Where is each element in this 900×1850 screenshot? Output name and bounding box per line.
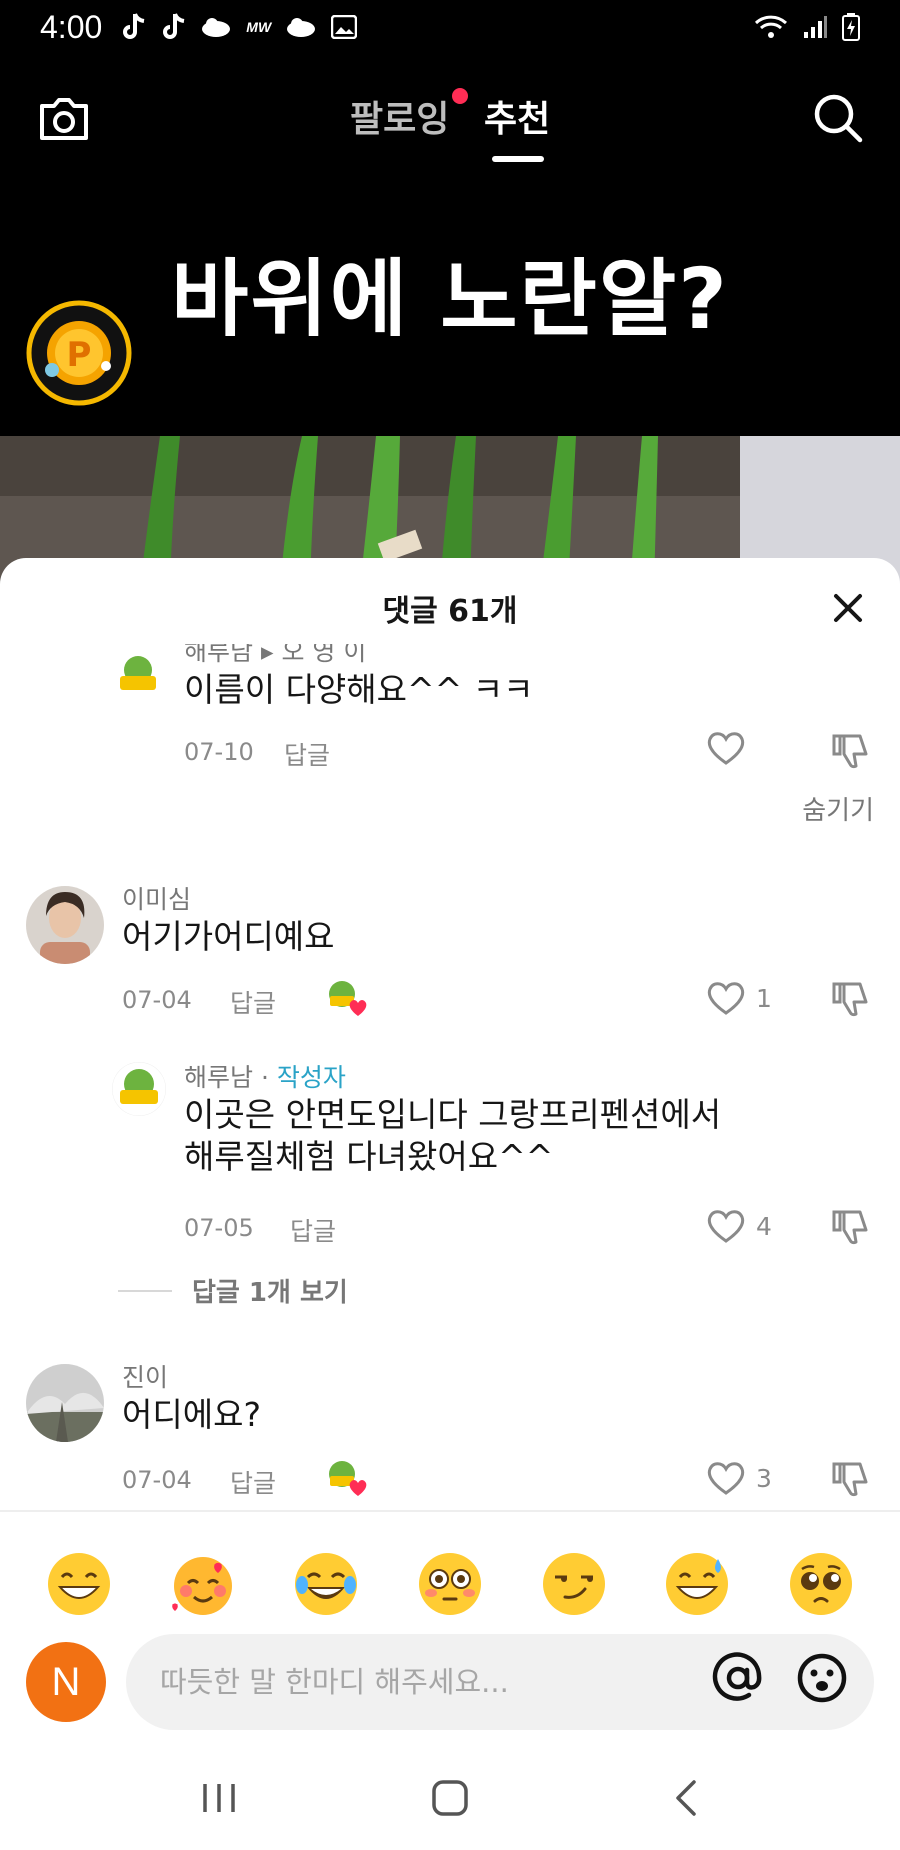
svg-text:P: P <box>67 335 92 375</box>
wifi-icon <box>754 15 788 38</box>
dislike-icon[interactable] <box>832 732 872 772</box>
smiling-face-with-hearts-icon[interactable] <box>170 1551 236 1617</box>
mention-icon[interactable] <box>712 1652 764 1704</box>
cloud-app-icon <box>287 18 316 37</box>
avatar[interactable] <box>112 1062 166 1116</box>
heart-icon <box>707 1210 745 1243</box>
search-icon[interactable] <box>812 92 864 144</box>
cloud-app-icon <box>202 18 231 37</box>
comment-author[interactable]: 이미심 <box>122 880 191 916</box>
comment-text: 어기가어디예요 <box>122 917 335 956</box>
heart-icon <box>707 732 745 765</box>
heart-icon <box>707 1462 745 1495</box>
back-icon[interactable] <box>670 1778 704 1818</box>
like-count: 4 <box>756 1211 772 1241</box>
like-count: 1 <box>756 983 772 1013</box>
battery-charging-icon <box>842 13 860 41</box>
comment-author-name: 해루남 · <box>184 1063 277 1092</box>
comments-count-title: 댓글 61개 <box>382 594 518 629</box>
like-count: 3 <box>756 1463 772 1493</box>
reply-button[interactable]: 답글 <box>290 1212 336 1248</box>
comments-sheet: 댓글 61개 해루남 ▸ 오 영 이 이름이 다양해요^^ ㅋㅋ 07-10 답… <box>0 558 900 1850</box>
hide-replies-link[interactable]: 숨기기 <box>802 790 874 827</box>
tab-following[interactable]: 팔로잉 <box>350 90 449 142</box>
dislike-icon[interactable] <box>832 1208 872 1248</box>
smirking-face-icon[interactable] <box>541 1551 607 1617</box>
status-system-icons <box>754 13 860 41</box>
notification-dot <box>452 88 468 104</box>
comment-author[interactable]: 해루남 · 작성자 <box>184 1058 346 1094</box>
comment-date: 07-04 <box>122 986 192 1014</box>
reply-button[interactable]: 답글 <box>230 984 276 1020</box>
like-button[interactable]: 4 <box>706 1208 772 1244</box>
comment-input-row: N <box>0 1628 900 1738</box>
dislike-icon[interactable] <box>832 980 872 1020</box>
tiktok-icon <box>123 13 145 39</box>
reply-button[interactable]: 답글 <box>230 1464 276 1500</box>
comment-date: 07-10 <box>184 738 254 766</box>
comment-text-line-2: 해루질체험 다녀왔어요^^ <box>184 1137 554 1176</box>
avatar[interactable] <box>26 886 104 964</box>
status-notification-icons: MW <box>120 12 358 42</box>
input-divider <box>0 1510 900 1512</box>
reward-coin-icon[interactable]: P <box>26 300 132 406</box>
grinning-face-icon[interactable] <box>46 1551 112 1617</box>
comment-author[interactable]: 진이 <box>122 1358 168 1394</box>
home-icon[interactable] <box>430 1778 470 1818</box>
comment-text-line-1: 이곳은 안면도입니다 그랑프리펜션에서 <box>184 1095 722 1134</box>
mw-icon: MW <box>246 19 272 35</box>
comment-author[interactable]: 해루남 ▸ 오 영 이 <box>184 644 366 668</box>
emoji-quick-bar <box>0 1524 900 1644</box>
grinning-face-with-sweat-icon[interactable] <box>664 1551 730 1617</box>
close-icon[interactable] <box>824 584 872 632</box>
status-bar: 4:00 MW <box>0 0 900 54</box>
emoji-picker-icon[interactable] <box>796 1652 848 1704</box>
heart-icon <box>707 982 745 1015</box>
signal-icon <box>804 16 827 38</box>
creator-liked-badge-icon <box>329 981 367 1016</box>
tiktok-icon <box>163 13 185 39</box>
avatar[interactable] <box>26 1364 104 1442</box>
face-with-tears-of-joy-icon[interactable] <box>293 1551 359 1617</box>
video-caption-title: 바위에 노란알? <box>171 250 729 348</box>
top-navigation: 팔로잉 추천 <box>0 70 900 170</box>
author-tag: 작성자 <box>276 1063 346 1092</box>
dislike-icon[interactable] <box>832 1460 872 1500</box>
flushed-face-icon[interactable] <box>417 1551 483 1617</box>
reply-button[interactable]: 답글 <box>284 736 330 772</box>
comment-date: 07-05 <box>184 1214 254 1242</box>
active-tab-indicator <box>492 156 544 162</box>
tab-recommended[interactable]: 추천 <box>484 90 550 142</box>
current-user-avatar[interactable]: N <box>26 1642 106 1722</box>
status-time: 4:00 <box>40 8 103 45</box>
view-more-replies-label: 답글 1개 보기 <box>192 1278 348 1308</box>
like-button[interactable]: 1 <box>706 980 772 1016</box>
comment-text: 이름이 다양해요^^ ㅋㅋ <box>184 670 534 709</box>
pleading-face-icon[interactable] <box>788 1551 854 1617</box>
camera-icon[interactable] <box>36 92 92 144</box>
comment-date: 07-04 <box>122 1466 192 1494</box>
divider-line <box>118 1289 172 1292</box>
view-more-replies-button[interactable]: 답글 1개 보기 <box>118 1272 348 1309</box>
like-button[interactable] <box>706 730 746 766</box>
creator-liked-badge-icon <box>329 1461 367 1496</box>
system-navigation-bar <box>0 1756 900 1850</box>
gallery-icon <box>331 15 358 39</box>
comment-text: 어디에요? <box>122 1395 261 1434</box>
recent-apps-icon[interactable] <box>200 1778 238 1818</box>
avatar[interactable] <box>112 648 164 700</box>
like-button[interactable]: 3 <box>706 1460 772 1496</box>
